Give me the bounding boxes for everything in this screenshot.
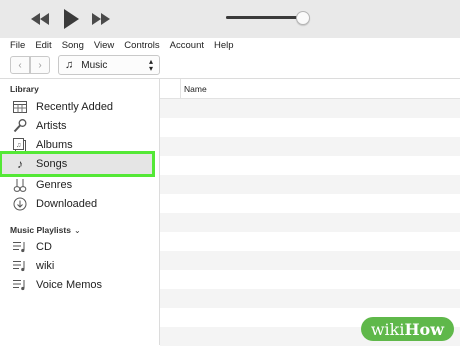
download-icon bbox=[12, 196, 28, 212]
sidebar-item-cd[interactable]: CD bbox=[0, 237, 159, 256]
list-header: Name bbox=[160, 79, 460, 99]
table-row bbox=[160, 118, 460, 137]
sidebar-item-label: wiki bbox=[36, 259, 55, 272]
table-row bbox=[160, 194, 460, 213]
table-row bbox=[160, 137, 460, 156]
playlist-icon bbox=[12, 258, 28, 274]
wikihow-watermark: wiki How bbox=[360, 317, 454, 341]
menu-bar: File Edit Song View Controls Account Hel… bbox=[0, 38, 460, 52]
music-playlists-label: Music Playlists bbox=[10, 225, 71, 235]
media-source-select[interactable]: ♫ Music ▴ ▾ bbox=[58, 55, 160, 75]
table-row bbox=[160, 175, 460, 194]
menu-help[interactable]: Help bbox=[204, 40, 234, 51]
column-spacer bbox=[160, 79, 181, 98]
volume-level bbox=[226, 16, 300, 19]
menu-controls[interactable]: Controls bbox=[114, 40, 159, 51]
media-source-label: Music bbox=[81, 59, 108, 71]
menu-account[interactable]: Account bbox=[160, 40, 204, 51]
album-icon: ♫ bbox=[12, 137, 28, 153]
table-row bbox=[160, 99, 460, 118]
menu-edit[interactable]: Edit bbox=[25, 40, 51, 51]
table-row bbox=[160, 251, 460, 270]
chevron-updown-icon: ▴ ▾ bbox=[148, 57, 153, 73]
play-icon bbox=[64, 9, 79, 29]
guitars-icon bbox=[12, 177, 28, 193]
fast-forward-icon bbox=[92, 13, 110, 25]
menu-view[interactable]: View bbox=[84, 40, 114, 51]
sidebar-item-label: Artists bbox=[36, 119, 67, 132]
volume-knob[interactable] bbox=[296, 11, 310, 25]
library-heading: Library bbox=[10, 84, 39, 94]
playback-toolbar bbox=[0, 0, 460, 38]
chevron-down-icon: ⌄ bbox=[73, 225, 81, 235]
chevron-left-icon: ‹ bbox=[18, 59, 22, 71]
sidebar-item-label: Albums bbox=[36, 138, 73, 151]
sidebar-item-downloaded[interactable]: Downloaded bbox=[0, 194, 159, 213]
rewind-button[interactable] bbox=[30, 9, 50, 29]
play-button[interactable] bbox=[60, 9, 82, 29]
playlist-icon bbox=[12, 239, 28, 255]
table-row bbox=[160, 289, 460, 308]
sidebar-item-genres[interactable]: Genres bbox=[0, 175, 159, 194]
sidebar-item-recently-added[interactable]: Recently Added bbox=[0, 97, 159, 116]
recently-added-icon bbox=[12, 99, 28, 115]
sidebar-item-label: Recently Added bbox=[36, 100, 114, 113]
song-list: Name bbox=[160, 79, 460, 346]
sidebar-item-songs[interactable]: ♪ Songs bbox=[0, 151, 155, 177]
column-header-name[interactable]: Name bbox=[184, 84, 207, 94]
sidebar-item-artists[interactable]: Artists bbox=[0, 116, 159, 135]
playlist-icon bbox=[12, 277, 28, 293]
chevron-right-icon: › bbox=[38, 59, 42, 71]
music-note-icon: ♪ bbox=[17, 157, 23, 171]
menu-song[interactable]: Song bbox=[52, 40, 84, 51]
table-row bbox=[160, 232, 460, 251]
music-playlists-heading[interactable]: Music Playlists ⌄ bbox=[10, 225, 81, 235]
music-note-icon: ♫ bbox=[65, 59, 74, 71]
sidebar: Library Recently Added Artists ♫ Albums … bbox=[0, 79, 160, 345]
table-row bbox=[160, 270, 460, 289]
sidebar-item-wiki[interactable]: wiki bbox=[0, 256, 159, 275]
svg-text:♫: ♫ bbox=[16, 142, 21, 149]
sidebar-item-voice-memos[interactable]: Voice Memos bbox=[0, 275, 159, 294]
volume-slider[interactable] bbox=[226, 16, 300, 19]
microphone-icon bbox=[12, 118, 28, 134]
sidebar-item-label: CD bbox=[36, 240, 52, 253]
sidebar-item-albums[interactable]: ♫ Albums bbox=[0, 135, 159, 154]
rewind-icon bbox=[31, 13, 49, 25]
table-row bbox=[160, 213, 460, 232]
forward-button[interactable]: › bbox=[30, 56, 50, 74]
navigation-bar: ‹ › ♫ Music ▴ ▾ bbox=[0, 53, 460, 79]
sidebar-item-label: Songs bbox=[36, 158, 68, 170]
sidebar-item-label: Genres bbox=[36, 178, 73, 191]
back-button[interactable]: ‹ bbox=[10, 56, 30, 74]
sidebar-item-label: Downloaded bbox=[36, 197, 98, 210]
fast-forward-button[interactable] bbox=[91, 9, 111, 29]
menu-file[interactable]: File bbox=[0, 40, 25, 51]
sidebar-item-label: Voice Memos bbox=[36, 278, 103, 291]
table-row bbox=[160, 156, 460, 175]
